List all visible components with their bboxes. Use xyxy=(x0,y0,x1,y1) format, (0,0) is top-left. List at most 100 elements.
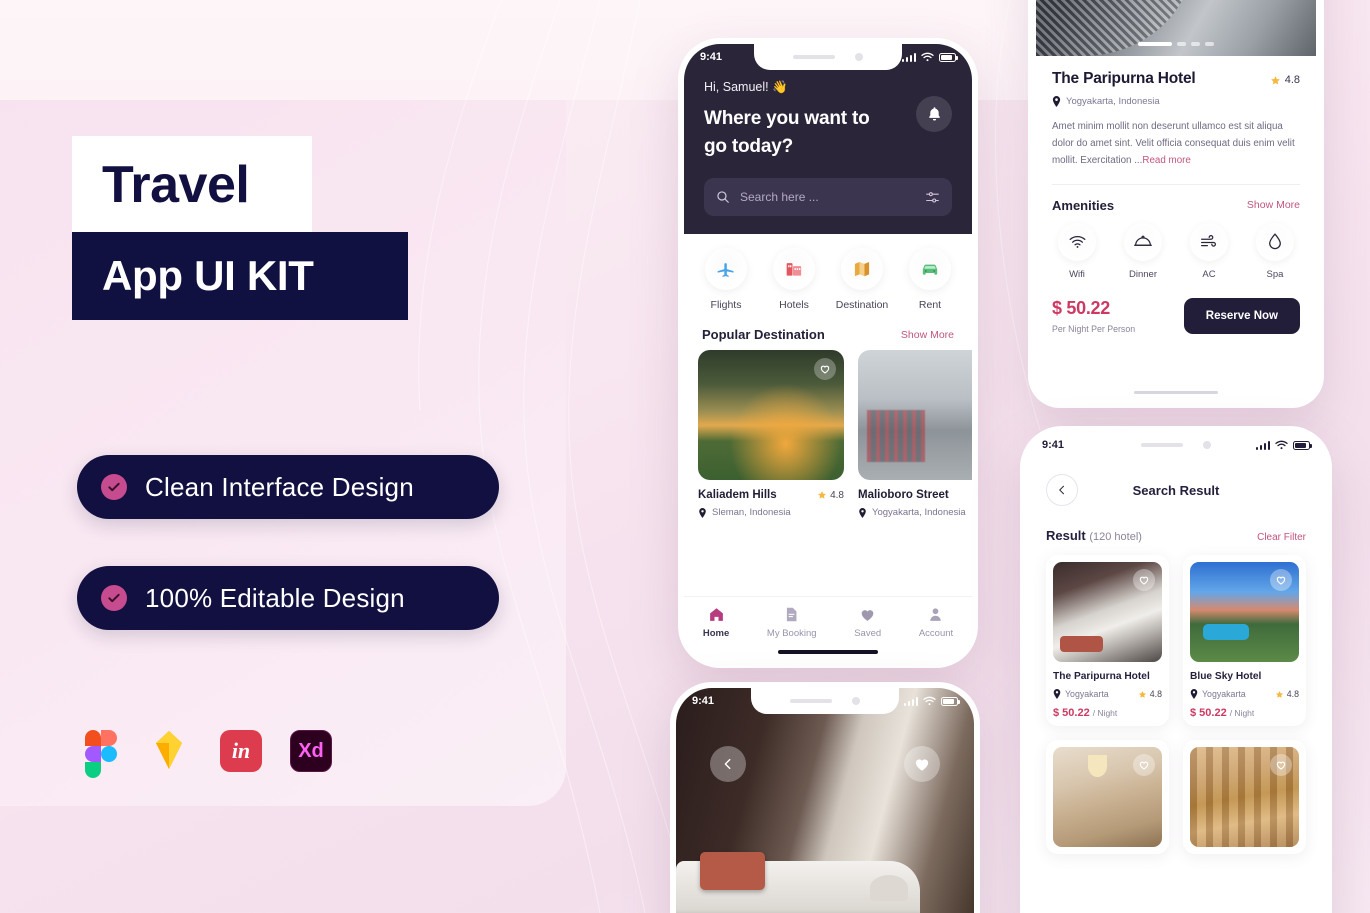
popular-destination-header: Popular Destination Show More xyxy=(684,315,972,350)
destination-card[interactable]: Malioboro Street Yogyakarta, Indonesia xyxy=(858,350,972,518)
pagination-dot[interactable] xyxy=(1191,42,1200,46)
favorite-button[interactable] xyxy=(904,746,940,782)
battery-icon xyxy=(1293,440,1312,450)
amenities-show-more-link[interactable]: Show More xyxy=(1247,199,1300,211)
result-rating-value: 4.8 xyxy=(1286,689,1299,699)
result-card[interactable]: The Paripurna Hotel Yogyakarta 4.8 $ 50.… xyxy=(1046,555,1169,726)
check-circle-icon xyxy=(101,585,127,611)
heart-icon xyxy=(861,610,874,621)
pagination-dot[interactable] xyxy=(1177,42,1186,46)
result-rating: 4.8 xyxy=(1275,689,1299,699)
notification-button[interactable] xyxy=(916,96,952,132)
result-rating: 4.8 xyxy=(1138,689,1162,699)
home-header: Hi, Samuel! 👋 Where you want to go today… xyxy=(684,44,972,235)
status-time: 9:41 xyxy=(700,51,723,63)
page-title: Search Result xyxy=(1132,482,1220,498)
amenity-label: Dinner xyxy=(1129,268,1157,280)
destination-name: Malioboro Street xyxy=(858,489,949,502)
category-destination[interactable]: Destination xyxy=(832,248,892,311)
pagination-dot[interactable] xyxy=(1205,42,1214,46)
destination-name-row: Kaliadem Hills 4.8 xyxy=(698,489,844,501)
category-flights[interactable]: Flights xyxy=(696,248,756,311)
heart-icon xyxy=(1139,761,1149,770)
tab-account[interactable]: Account xyxy=(919,606,953,639)
category-label: Flights xyxy=(710,299,742,312)
phone-search-results-screen: 9:41 Search Result Result (120 hotel) Cl… xyxy=(1020,426,1332,913)
result-card[interactable]: Blue Sky Hotel Yogyakarta 4.8 $ 50.22/ N… xyxy=(1183,555,1306,726)
amenity-wifi[interactable]: Wifi xyxy=(1049,222,1105,280)
feature-pill-clean-interface[interactable]: Clean Interface Design xyxy=(77,455,499,519)
signal-icon xyxy=(903,696,918,706)
signal-icon xyxy=(901,52,916,62)
pagination-dot-active[interactable] xyxy=(1138,42,1172,46)
amenity-spa[interactable]: Spa xyxy=(1247,222,1303,280)
hotel-rating: 4.8 xyxy=(1270,74,1300,86)
read-more-link[interactable]: Read more xyxy=(1142,155,1190,166)
tab-saved[interactable]: Saved xyxy=(854,606,881,639)
location-pin-icon xyxy=(1190,689,1198,699)
location-pin-icon xyxy=(1053,689,1061,699)
result-card[interactable] xyxy=(1183,740,1306,854)
hero-title-block: Travel App UI KIT xyxy=(72,136,512,320)
category-rent[interactable]: Rent xyxy=(900,248,960,311)
status-time: 9:41 xyxy=(1042,439,1065,451)
favorite-button[interactable] xyxy=(1133,569,1155,591)
heart-icon xyxy=(820,365,830,374)
result-location-row: Yogyakarta xyxy=(1190,689,1246,699)
result-location: Yogyakarta xyxy=(1065,689,1109,699)
amenity-ac[interactable]: AC xyxy=(1181,222,1237,280)
destination-image xyxy=(698,350,844,481)
person-icon xyxy=(930,608,942,621)
tab-my-booking[interactable]: My Booking xyxy=(767,606,817,639)
phone-notch xyxy=(751,688,899,714)
hotel-detail-body: The Paripurna Hotel 4.8 Yogyakarta, Indo… xyxy=(1036,56,1316,185)
tab-home[interactable]: Home xyxy=(703,606,729,639)
image-pagination xyxy=(1138,42,1214,46)
hotel-icon xyxy=(773,248,815,291)
sketch-logo xyxy=(146,728,192,774)
reserve-now-button[interactable]: Reserve Now xyxy=(1183,297,1300,334)
clear-filter-link[interactable]: Clear Filter xyxy=(1257,532,1306,543)
result-price-row: $ 50.22/ Night xyxy=(1190,707,1299,719)
category-label: Rent xyxy=(918,299,942,312)
section-title: Popular Destination xyxy=(702,327,825,343)
car-icon xyxy=(909,248,951,291)
search-input[interactable]: Search here ... xyxy=(704,178,952,217)
results-count-label: Result xyxy=(1046,528,1086,543)
tab-label: My Booking xyxy=(766,628,817,639)
back-button[interactable] xyxy=(1046,474,1078,506)
favorite-button[interactable] xyxy=(814,358,836,381)
category-hotels[interactable]: Hotels xyxy=(764,248,824,311)
location-pin-icon xyxy=(1052,96,1061,107)
heart-icon xyxy=(1139,576,1149,585)
favorite-button[interactable] xyxy=(1270,754,1292,776)
amenity-label: Spa xyxy=(1266,268,1284,280)
hotel-description: Amet minim mollit non deserunt ullamco e… xyxy=(1052,119,1300,170)
amenities-list: Wifi Dinner AC Spa xyxy=(1036,217,1316,280)
chevron-left-icon xyxy=(724,758,731,770)
favorite-button[interactable] xyxy=(1270,569,1292,591)
location-pin-icon xyxy=(699,507,706,518)
result-card[interactable] xyxy=(1046,740,1169,854)
signal-icon xyxy=(1255,440,1270,450)
filter-sliders-icon[interactable] xyxy=(925,190,940,205)
location-pin-icon xyxy=(859,507,866,518)
back-button[interactable] xyxy=(710,746,746,782)
feature-pill-editable-design[interactable]: 100% Editable Design xyxy=(77,566,499,630)
result-rating-value: 4.8 xyxy=(1149,689,1162,699)
results-count: Result (120 hotel) xyxy=(1046,528,1142,543)
show-more-link[interactable]: Show More xyxy=(901,329,954,341)
invision-logo: in xyxy=(220,730,262,772)
destination-card-list: Kaliadem Hills 4.8 Sleman, Indonesia Mal… xyxy=(684,350,972,518)
favorite-button[interactable] xyxy=(1133,754,1155,776)
amenity-dinner[interactable]: Dinner xyxy=(1115,222,1171,280)
star-icon xyxy=(1138,690,1146,698)
hotel-detail-card: The Paripurna Hotel 4.8 Yogyakarta, Indo… xyxy=(1028,0,1324,408)
destination-card[interactable]: Kaliadem Hills 4.8 Sleman, Indonesia xyxy=(698,350,844,518)
invision-logo-label: in xyxy=(231,738,251,763)
hero-title-line1: Travel xyxy=(102,156,250,214)
hotel-price: $ 50.22 xyxy=(1052,297,1110,318)
figma-logo xyxy=(72,728,118,778)
adobe-xd-logo-label: Xd xyxy=(298,739,324,762)
destination-location-row: Yogyakarta, Indonesia xyxy=(858,507,972,518)
